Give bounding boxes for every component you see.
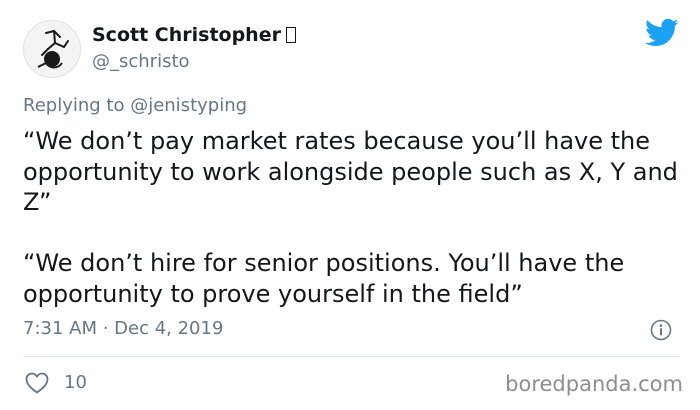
tweet-paragraph: “We don’t pay market rates because you’l…: [23, 127, 678, 216]
tweet-text: “We don’t pay market rates because you’l…: [23, 126, 683, 309]
like-count: 10: [64, 372, 87, 393]
tweet-paragraph: “We don’t hire for senior positions. You…: [23, 249, 625, 308]
heart-icon[interactable]: [25, 372, 49, 394]
watermark: boredpanda.com: [505, 372, 683, 396]
info-icon[interactable]: [650, 319, 672, 341]
twitter-bird-icon[interactable]: [645, 18, 679, 48]
replying-to-mention[interactable]: @jenistyping: [130, 95, 247, 116]
missing-glyph-icon: [285, 27, 296, 43]
replying-prefix: Replying to: [23, 95, 131, 116]
author-display-name[interactable]: Scott Christopher: [92, 24, 296, 46]
author-handle[interactable]: @_schristo: [92, 51, 190, 72]
avatar[interactable]: [23, 20, 81, 78]
tweet-card: Scott Christopher @_schristo Replying to…: [0, 0, 700, 410]
replying-to: Replying to @jenistyping: [23, 95, 247, 116]
tweet-timestamp[interactable]: 7:31 AM · Dec 4, 2019: [23, 318, 223, 339]
divider: [23, 356, 679, 357]
avatar-illustration: [37, 30, 69, 69]
author-name-text: Scott Christopher: [92, 24, 281, 46]
